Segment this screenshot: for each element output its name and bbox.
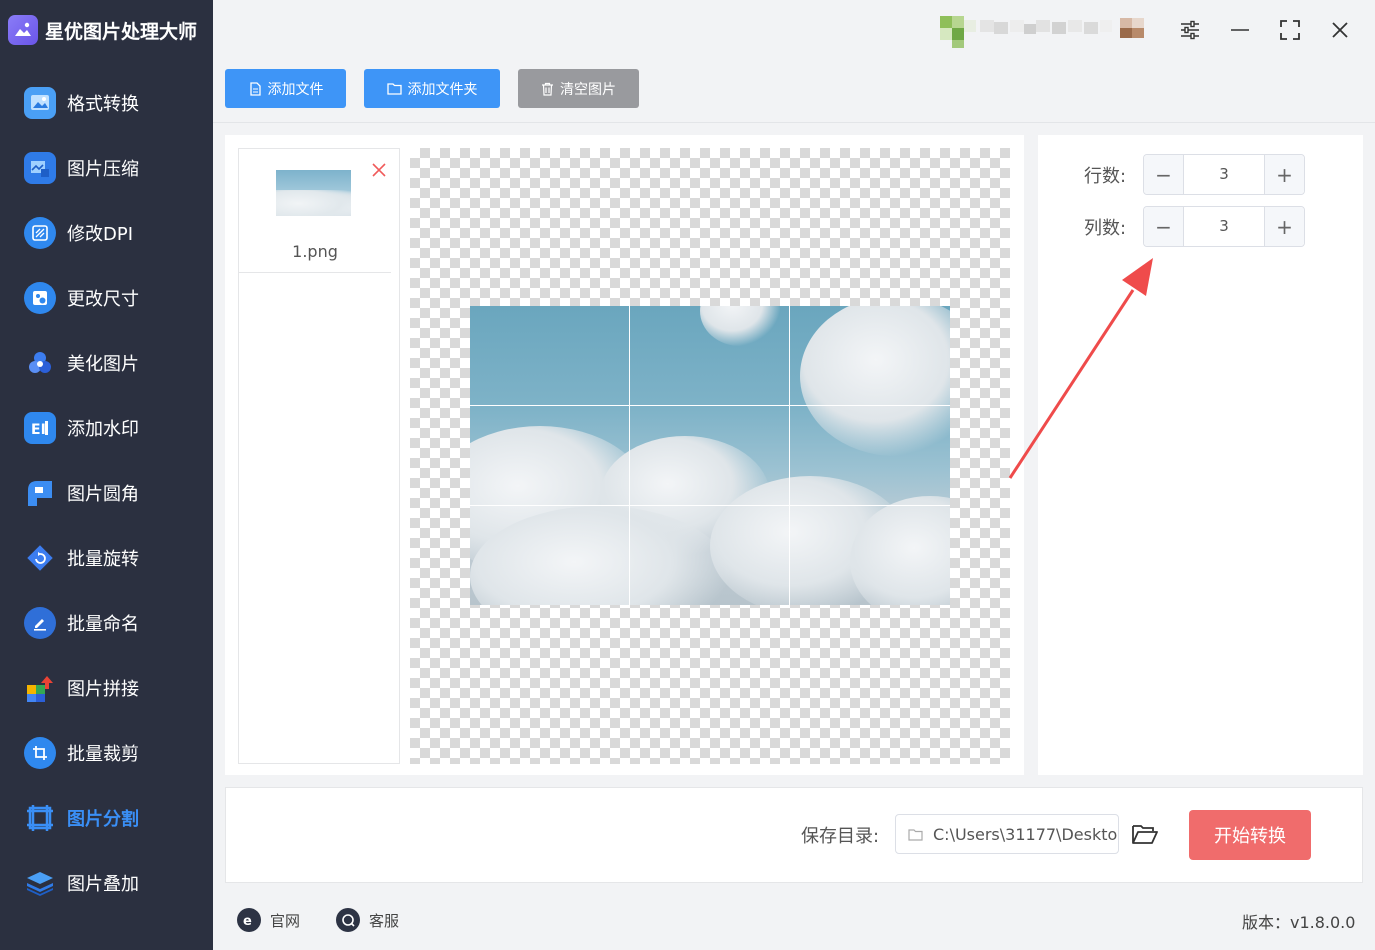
rows-stepper[interactable]: − 3 + [1143, 154, 1305, 195]
sidebar-item-label: 图片拼接 [67, 679, 139, 700]
folder-icon [908, 828, 923, 841]
rows-value[interactable]: 3 [1184, 155, 1264, 194]
annotation-arrow-icon [1008, 258, 1153, 479]
sidebar-item-label: 批量旋转 [67, 549, 139, 570]
add-file-button[interactable]: 添加文件 [225, 69, 346, 108]
sidebar-item-label: 更改尺寸 [67, 289, 139, 310]
add-file-label: 添加文件 [267, 81, 324, 98]
app-brand: 星优图片处理大师 [8, 12, 197, 48]
image-convert-icon [24, 87, 56, 119]
toolbar-divider [213, 122, 1375, 123]
sidebar-item-split[interactable]: 图片分割 [24, 798, 209, 838]
cols-decrement-button[interactable]: − [1144, 207, 1184, 246]
dpi-icon [24, 217, 56, 249]
sidebar-item-label: 图片叠加 [67, 874, 139, 895]
cols-increment-button[interactable]: + [1264, 207, 1304, 246]
crop-icon [24, 737, 56, 769]
save-directory-label: 保存目录: [801, 826, 880, 847]
sidebar-item-rounded[interactable]: 图片圆角 [24, 473, 209, 513]
layers-icon [24, 867, 56, 899]
split-line-horizontal [470, 505, 950, 506]
sidebar-item-stitch[interactable]: 图片拼接 [24, 668, 209, 708]
cols-stepper[interactable]: − 3 + [1143, 206, 1305, 247]
svg-text:e: e [243, 914, 252, 928]
sidebar-item-rotate[interactable]: 批量旋转 [24, 538, 209, 578]
sidebar: 星优图片处理大师 格式转换 图片压缩 修改DPI 更改尺寸 美化图片 EI 添加… [0, 0, 213, 950]
sidebar-item-beautify[interactable]: 美化图片 [24, 343, 209, 383]
clear-images-button[interactable]: 清空图片 [518, 69, 639, 108]
preview-image [470, 306, 950, 605]
preview-canvas [410, 148, 1010, 764]
close-icon[interactable] [1325, 15, 1355, 45]
website-label: 官网 [270, 911, 301, 930]
image-compress-icon [24, 152, 56, 184]
website-link[interactable]: e 官网 [237, 906, 300, 934]
sidebar-item-format-convert[interactable]: 格式转换 [24, 83, 209, 123]
file-name: 1.png [292, 242, 338, 261]
save-path-value: C:\Users\31177\Deskto [933, 824, 1118, 844]
open-folder-icon[interactable] [1131, 822, 1159, 848]
trash-icon [542, 82, 553, 96]
rows-decrement-button[interactable]: − [1144, 155, 1184, 194]
chat-support-icon [336, 908, 360, 932]
cols-label: 列数: [1084, 218, 1127, 239]
rows-label: 行数: [1084, 166, 1127, 187]
minimize-icon[interactable] [1225, 15, 1255, 45]
sidebar-item-watermark[interactable]: EI 添加水印 [24, 408, 209, 448]
sidebar-item-crop[interactable]: 批量裁剪 [24, 733, 209, 773]
sidebar-item-compress[interactable]: 图片压缩 [24, 148, 209, 188]
resize-icon [24, 282, 56, 314]
split-icon [24, 802, 56, 834]
sidebar-item-rename[interactable]: 批量命名 [24, 603, 209, 643]
sidebar-item-label: 图片压缩 [67, 159, 139, 180]
maximize-icon[interactable] [1275, 15, 1305, 45]
sidebar-item-label: 修改DPI [67, 224, 134, 245]
rotate-icon [24, 542, 56, 574]
rename-icon [24, 607, 56, 639]
sidebar-item-label: 批量命名 [67, 614, 139, 635]
user-avatar[interactable] [940, 14, 1155, 48]
watermark-icon: EI [24, 412, 56, 444]
svg-text:EI: EI [31, 422, 46, 438]
file-list-item[interactable]: 1.png [239, 149, 391, 273]
version-label: 版本：v1.8.0.0 [1242, 913, 1356, 932]
sidebar-item-label: 格式转换 [67, 94, 139, 115]
app-title: 星优图片处理大师 [45, 20, 198, 43]
support-label: 客服 [369, 911, 400, 930]
remove-file-icon[interactable] [371, 162, 387, 178]
save-path-input[interactable]: C:\Users\31177\Deskto [895, 814, 1119, 854]
clear-images-label: 清空图片 [560, 81, 616, 98]
start-convert-button[interactable]: 开始转换 [1189, 810, 1311, 860]
sidebar-item-layers[interactable]: 图片叠加 [24, 863, 209, 903]
split-line-horizontal [470, 405, 950, 406]
add-folder-button[interactable]: 添加文件夹 [364, 69, 500, 108]
stitch-icon [24, 672, 56, 704]
sidebar-item-label: 美化图片 [67, 354, 139, 375]
sidebar-item-dpi[interactable]: 修改DPI [24, 213, 209, 253]
file-list: 1.png [238, 148, 400, 764]
add-folder-label: 添加文件夹 [407, 81, 478, 98]
sidebar-item-label: 添加水印 [67, 419, 139, 440]
file-thumbnail [276, 170, 351, 216]
rounded-corner-icon [24, 477, 56, 509]
sidebar-item-label: 图片分割 [67, 809, 139, 830]
settings-sliders-icon[interactable] [1175, 15, 1205, 45]
support-link[interactable]: 客服 [336, 906, 399, 934]
cols-value[interactable]: 3 [1184, 207, 1264, 246]
sidebar-item-resize[interactable]: 更改尺寸 [24, 278, 209, 318]
file-icon [249, 81, 261, 96]
browser-icon: e [237, 908, 261, 932]
beautify-icon [24, 347, 56, 379]
split-line-vertical [629, 306, 630, 605]
app-logo-icon [8, 15, 38, 45]
rows-increment-button[interactable]: + [1264, 155, 1304, 194]
split-line-vertical [789, 306, 790, 605]
sidebar-item-label: 图片圆角 [67, 484, 139, 505]
sidebar-item-label: 批量裁剪 [67, 744, 139, 765]
folder-icon [386, 83, 402, 95]
